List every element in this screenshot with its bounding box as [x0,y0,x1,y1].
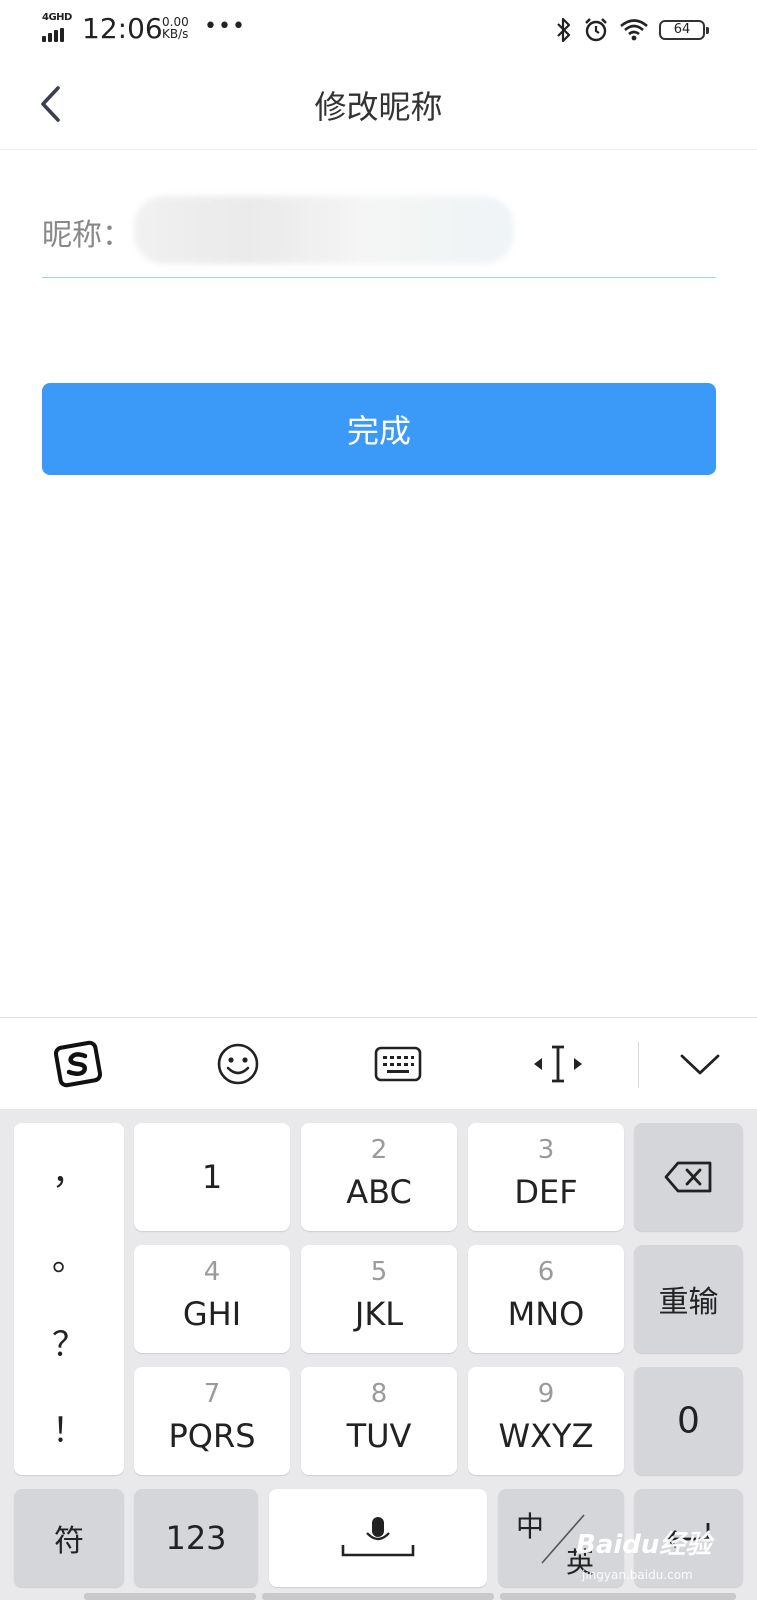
key-3-letters: DEF [514,1173,578,1211]
nav-segment [84,1593,256,1600]
key-0[interactable]: 0 [634,1367,743,1475]
key-2[interactable]: 2 ABC [301,1123,457,1231]
baidu-watermark-url: jingyan.baidu.com [582,1568,693,1582]
key-4-letters: GHI [182,1295,242,1333]
key-6-letters: MNO [507,1295,585,1333]
key-9-digit: 9 [537,1379,555,1409]
key-2-letters: ABC [346,1173,412,1211]
symbol-label: 符 [54,1524,84,1559]
bluetooth-icon [557,17,571,43]
backspace-key[interactable] [634,1123,743,1231]
key-8[interactable]: 8 TUV [301,1367,457,1475]
backspace-icon [664,1161,712,1193]
wifi-icon [620,19,648,41]
key-5[interactable]: 5 JKL [301,1245,457,1353]
key-5-letters: JKL [354,1295,404,1333]
sogou-logo-icon[interactable] [50,1036,106,1092]
status-time: 12:06 [82,12,163,45]
key-1[interactable]: 1 [134,1123,290,1231]
keyboard-icon[interactable] [370,1036,426,1092]
nav-segment [262,1593,494,1600]
keyboard-toolbar [0,1017,757,1109]
punct-comma[interactable]: ， [14,1145,124,1194]
key-3[interactable]: 3 DEF [468,1123,624,1231]
key-4-digit: 4 [203,1257,221,1287]
emoji-icon[interactable] [210,1036,266,1092]
speed-unit: KB/s [162,27,189,41]
baidu-watermark: Baidu经验 [576,1530,712,1560]
key-7-digit: 7 [203,1379,221,1409]
reenter-label: 重输 [658,1285,719,1320]
signal-bars-icon [42,28,64,42]
key-4[interactable]: 4 GHI [134,1245,290,1353]
done-button[interactable]: 完成 [42,383,716,475]
nickname-label: 昵称： [42,218,132,253]
punct-exclaim[interactable]: ！ [14,1403,124,1452]
key-9-letters: WXYZ [498,1417,594,1455]
symbol-key[interactable]: 符 [14,1489,124,1587]
numeric-key[interactable]: 123 [134,1489,258,1587]
collapse-keyboard-icon[interactable] [672,1036,728,1092]
key-6[interactable]: 6 MNO [468,1245,624,1353]
key-7[interactable]: 7 PQRS [134,1367,290,1475]
key-2-digit: 2 [370,1135,388,1165]
network-speed: 0.00 KB/s [162,16,189,40]
key-3-digit: 3 [537,1135,555,1165]
more-notifications-icon: ••• [204,14,246,39]
toolbar-divider [638,1042,639,1088]
cursor-move-icon[interactable] [530,1036,586,1092]
key-6-digit: 6 [537,1257,555,1287]
space-key[interactable] [269,1489,487,1587]
numeric-label: 123 [165,1519,227,1557]
punct-question[interactable]: ？ [14,1317,124,1366]
status-right: 64 [555,14,709,46]
key-8-digit: 8 [370,1379,388,1409]
key-8-letters: TUV [346,1417,412,1455]
microphone-icon [341,1517,415,1557]
punct-period[interactable]: 。 [14,1231,124,1280]
alarm-icon [585,18,607,42]
punctuation-column: ， 。 ？ ！ [14,1123,124,1475]
nickname-row: 昵称： [42,190,716,278]
key-1-label: 1 [201,1158,223,1196]
nav-segment [500,1593,736,1600]
nickname-input[interactable] [134,200,714,260]
page-title: 修改昵称 [314,88,443,126]
status-bar: 4GHD 12:06 0.00 KB/s ••• 64 [0,0,757,60]
key-7-letters: PQRS [168,1417,256,1455]
signal-indicator: 4GHD [42,12,74,42]
reenter-key[interactable]: 重输 [634,1245,743,1353]
battery-icon: 64 [659,20,709,40]
network-type: 4GHD [42,12,72,23]
key-5-digit: 5 [370,1257,388,1287]
key-0-label: 0 [677,1400,700,1442]
nav-bar: 修改昵称 [0,60,757,150]
key-9[interactable]: 9 WXYZ [468,1367,624,1475]
